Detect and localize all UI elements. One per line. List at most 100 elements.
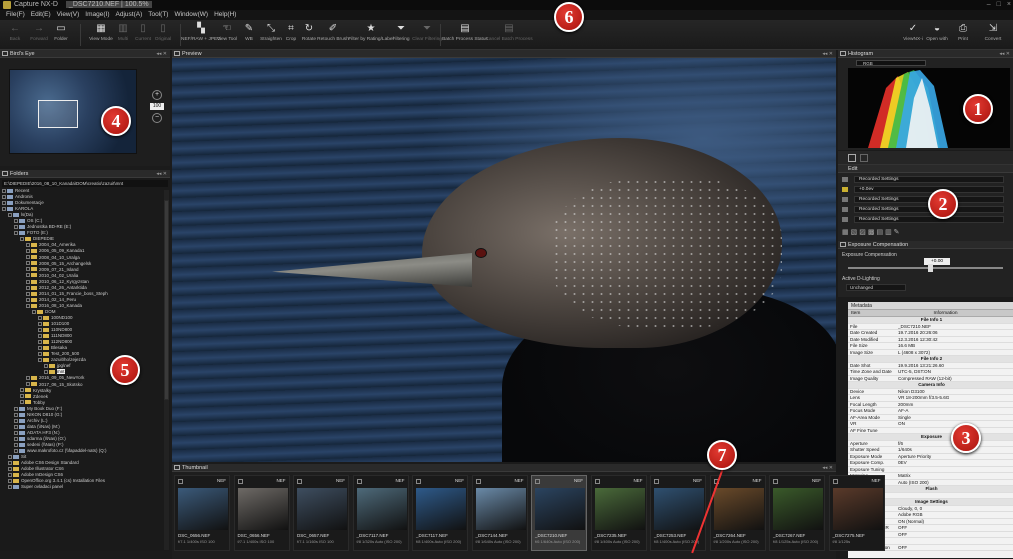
panel-controls[interactable]: ◂◂ ✕ <box>999 50 1010 57</box>
zoom-out-button[interactable]: − <box>152 113 162 123</box>
thumbnail-item[interactable]: NEF _DSC7264.NEF f/8 1/200s Auto (ISO 200) <box>709 475 766 551</box>
expand-toggle-icon[interactable] <box>38 333 42 338</box>
retouch-brush-button[interactable]: ✐ Retouch Brush <box>317 22 349 44</box>
clear-filtering-button[interactable]: ⏷ Clear Filtering <box>412 22 442 44</box>
thumbnail-image[interactable] <box>356 488 407 530</box>
thumbnail-checkbox[interactable] <box>356 479 362 484</box>
thumbnail-image[interactable] <box>475 488 526 530</box>
expand-toggle-icon[interactable] <box>38 358 42 363</box>
preview-image[interactable] <box>172 58 836 462</box>
expand-toggle-icon[interactable] <box>26 303 30 308</box>
expand-toggle-icon[interactable] <box>38 315 42 320</box>
slider-knob[interactable] <box>928 264 933 272</box>
expand-toggle-icon[interactable] <box>38 321 42 326</box>
expand-toggle-icon[interactable] <box>2 194 6 199</box>
expand-toggle-icon[interactable] <box>14 430 18 435</box>
expand-toggle-icon[interactable] <box>26 249 30 254</box>
thumbnail-checkbox[interactable] <box>178 479 183 484</box>
menu-tool[interactable]: Tool(T) <box>148 10 168 20</box>
exposure-slider[interactable] <box>848 264 1003 272</box>
minimize-button[interactable]: – <box>987 0 991 10</box>
thumbnail-image[interactable] <box>237 488 288 530</box>
birds-eye-viewport[interactable] <box>38 100 78 128</box>
expand-toggle-icon[interactable] <box>2 188 6 193</box>
zoom-value[interactable]: 100 <box>150 103 164 110</box>
thumbnail-image[interactable] <box>594 488 645 530</box>
batch-status-button[interactable]: ▤ Batch Process Status <box>442 22 488 44</box>
expand-toggle-icon[interactable] <box>8 460 12 465</box>
thumbnail-image[interactable] <box>713 488 764 530</box>
maximize-button[interactable]: □ <box>997 0 1001 10</box>
panel-controls[interactable]: ◂◂ ✕ <box>822 464 833 471</box>
thumbnail-checkbox[interactable] <box>416 479 421 484</box>
thumbnail-item[interactable]: NEF _DSC7117.NEF f/8 1/400s Auto (ISO 200) <box>412 475 468 551</box>
histogram-channel-select[interactable]: RGB <box>856 60 926 66</box>
expand-toggle-icon[interactable] <box>44 364 48 369</box>
expand-toggle-icon[interactable] <box>26 267 30 272</box>
folder-tree-item[interactable]: Super ovladaci panel <box>2 484 162 490</box>
expand-toggle-icon[interactable] <box>14 219 18 224</box>
expand-toggle-icon[interactable] <box>14 225 18 230</box>
edit-row[interactable]: Recorded Settings <box>840 195 1010 204</box>
folder-scrollbar[interactable] <box>164 190 169 550</box>
expand-toggle-icon[interactable] <box>2 200 6 205</box>
expand-toggle-icon[interactable] <box>26 243 30 248</box>
expand-toggle-icon[interactable] <box>26 255 30 260</box>
thumbnail-image[interactable] <box>832 488 883 530</box>
edit-row[interactable]: +0.0ev <box>840 185 1010 194</box>
menu-window[interactable]: Window(W) <box>174 10 208 20</box>
panel-controls[interactable]: ◂◂ ✕ <box>156 50 167 57</box>
expand-toggle-icon[interactable] <box>32 309 36 314</box>
thumbnail-checkbox[interactable] <box>237 479 243 484</box>
cancel-batch-button[interactable]: ▤ Cancel Batch Process <box>485 22 532 44</box>
menu-adjust[interactable]: Adjust(A) <box>116 10 143 20</box>
active-dlighting-select[interactable]: Unchanged <box>846 284 906 291</box>
expand-toggle-icon[interactable] <box>8 213 12 217</box>
expand-toggle-icon[interactable] <box>38 352 42 357</box>
thumbnail-checkbox[interactable] <box>773 479 778 484</box>
expand-toggle-icon[interactable] <box>26 273 30 278</box>
edit-tool-icons[interactable]: ▦▧▨▩▤▥✎ <box>842 228 902 236</box>
thumbnail-item[interactable]: NEF _DSC7235.NEF f/8 1/400s Auto (ISO 200) <box>590 475 647 551</box>
thumbnail-image[interactable] <box>416 488 466 530</box>
expand-toggle-icon[interactable] <box>8 466 12 471</box>
expand-toggle-icon[interactable] <box>8 479 12 484</box>
expand-toggle-icon[interactable] <box>14 442 18 447</box>
menu-help[interactable]: Help(H) <box>214 10 236 20</box>
original-button[interactable]: ▯ Original <box>148 22 178 44</box>
thumbnail-image[interactable] <box>654 488 704 530</box>
expand-toggle-icon[interactable] <box>8 485 12 490</box>
filter-rating-button[interactable]: ★ Filter by Rating/Label <box>348 22 393 44</box>
menu-file[interactable]: File(F) <box>6 10 25 20</box>
folder-path[interactable]: E:\DIEPEDIE\2016_08_10_Kanada\DOM\creati… <box>2 180 168 187</box>
expand-toggle-icon[interactable] <box>14 424 18 429</box>
scrollbar-thumb[interactable] <box>164 200 169 400</box>
tab-adjustments[interactable] <box>848 154 856 162</box>
thumbnail-image[interactable] <box>297 488 347 530</box>
close-button[interactable]: × <box>1007 0 1011 10</box>
expand-toggle-icon[interactable] <box>38 327 42 332</box>
expand-toggle-icon[interactable] <box>14 412 18 417</box>
expand-toggle-icon[interactable] <box>26 261 30 266</box>
zoom-in-button[interactable]: + <box>152 90 162 100</box>
expand-toggle-icon[interactable] <box>26 279 30 284</box>
expand-toggle-icon[interactable] <box>20 237 24 242</box>
thumbnail-image[interactable] <box>178 488 228 530</box>
expand-toggle-icon[interactable] <box>8 454 12 459</box>
thumbnail-item[interactable]: NEF DSC_0657.NEF f/7.1 1/160s ISO 100 <box>293 475 349 551</box>
menu-view[interactable]: View(V) <box>57 10 80 20</box>
expand-toggle-icon[interactable] <box>26 376 30 381</box>
thumbnail-item[interactable]: NEF _DSC7117.NEF f/8 1/320s Auto (ISO 200) <box>352 475 409 551</box>
thumbnail-image[interactable] <box>773 488 823 530</box>
expand-toggle-icon[interactable] <box>26 297 30 302</box>
thumbnail-image[interactable] <box>535 488 585 530</box>
expand-toggle-icon[interactable] <box>44 370 48 375</box>
thumbnail-checkbox[interactable] <box>832 479 838 484</box>
panel-controls[interactable]: ◂◂ ✕ <box>822 50 833 57</box>
print-button[interactable]: ⎙ Print <box>948 22 978 44</box>
expand-toggle-icon[interactable] <box>38 339 42 344</box>
thumbnail-item[interactable]: NEF _DSC7210.NEF f/6 1/640s Auto (ISO 200) <box>531 475 587 551</box>
menu-edit[interactable]: Edit(E) <box>31 10 51 20</box>
thumbnail-item[interactable]: NEF DSC_0656.NEF f/7.1 1/400s ISO 100 <box>174 475 230 551</box>
thumbnail-item[interactable]: NEF _DSC7267.NEF f/8 1/125s Auto (ISO 200) <box>769 475 825 551</box>
